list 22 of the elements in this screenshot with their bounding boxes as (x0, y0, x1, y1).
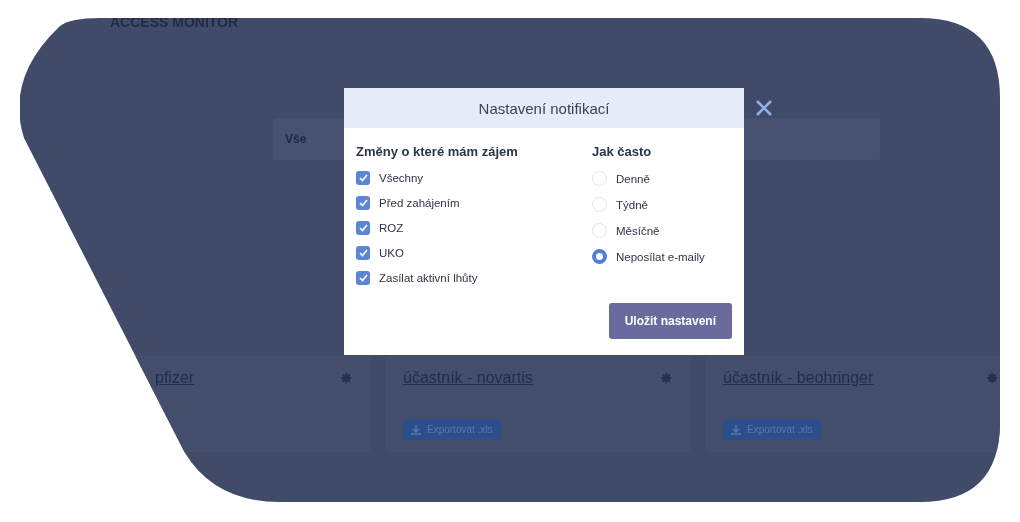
checkbox[interactable] (356, 246, 370, 260)
checkbox-label: Všechny (379, 172, 424, 184)
radio-label: Denně (616, 172, 650, 185)
checkbox[interactable] (356, 196, 370, 210)
download-icon (731, 424, 741, 435)
radio-label: Týdně (616, 198, 648, 211)
checkbox[interactable] (356, 171, 370, 185)
checkbox-label: ROZ (379, 222, 404, 234)
checkbox[interactable] (356, 271, 370, 285)
radio-label: Neposílat e-maily (616, 250, 705, 263)
close-icon[interactable] (755, 99, 773, 117)
checkbox[interactable] (356, 221, 370, 235)
save-button[interactable]: Uložit nastavení (608, 303, 732, 339)
section-heading: Jak často (592, 144, 653, 159)
download-icon (411, 424, 421, 435)
dialog-title: Nastavení notifikací (344, 88, 744, 128)
radio-label: Měsíčně (616, 224, 660, 237)
checkbox-label: Zasílat aktivní lhůty (379, 272, 478, 284)
radio-button[interactable] (592, 249, 607, 264)
checkbox-label: Před zahájením (379, 197, 460, 209)
section-heading: Změny o které mám zájem (356, 144, 519, 159)
checkbox-label: UKO (379, 247, 404, 259)
